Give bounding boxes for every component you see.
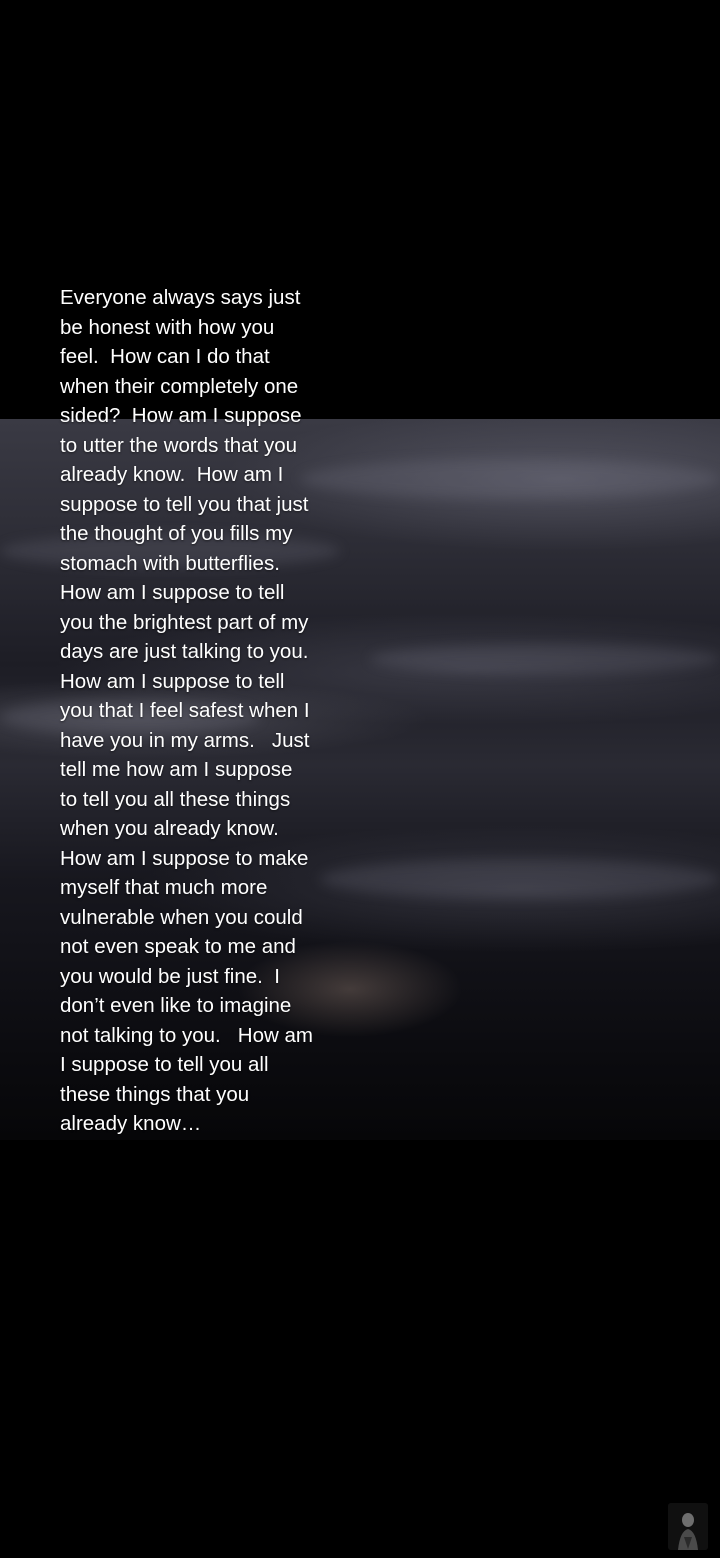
caption-line: already know… bbox=[60, 1112, 202, 1135]
caption-line: sided? How am I suppose bbox=[60, 404, 302, 427]
caption-line: when their completely one bbox=[60, 374, 299, 398]
caption-line: feel. How can I do that bbox=[60, 345, 270, 368]
caption-line: have you in my arms. Just bbox=[60, 728, 310, 752]
caption-line: vulnerable when you could bbox=[60, 905, 303, 929]
caption-line: these things that you bbox=[60, 1082, 250, 1106]
caption-line: How am I suppose to tell bbox=[60, 581, 285, 604]
caption-line: not even speak to me and bbox=[60, 935, 296, 958]
video-screen[interactable]: Everyone always says just be honest with … bbox=[0, 0, 720, 1558]
caption-line: not talking to you. How am bbox=[60, 1023, 313, 1047]
caption-line: you the brightest part of my bbox=[60, 610, 309, 634]
caption-line: to utter the words that you bbox=[60, 433, 298, 457]
caption-line: How am I suppose to tell bbox=[60, 669, 285, 693]
caption-text: Everyone always says just be honest with … bbox=[60, 283, 370, 1139]
caption-line: already know. How am I bbox=[60, 463, 284, 486]
caption-line: when you already know. bbox=[60, 817, 279, 840]
caption-line: you would be just fine. I bbox=[60, 964, 280, 988]
caption-line: myself that much more bbox=[60, 876, 268, 899]
caption-line: the thought of you fills my bbox=[60, 522, 293, 545]
cloud-streak bbox=[320, 859, 720, 899]
caption-line: How am I suppose to make bbox=[60, 846, 309, 870]
cloud-streak bbox=[370, 644, 720, 674]
caption-line: you that I feel safest when I bbox=[60, 699, 310, 722]
caption-line: tell me how am I suppose bbox=[60, 758, 293, 781]
caption-line: stomach with butterflies. bbox=[60, 551, 280, 575]
caption-line: I suppose to tell you all bbox=[60, 1053, 269, 1076]
caption-line: don’t even like to imagine bbox=[60, 994, 292, 1017]
caption-line: be honest with how you bbox=[60, 315, 275, 339]
caption-line: to tell you all these things bbox=[60, 787, 291, 811]
caption-line: days are just talking to you. bbox=[60, 640, 309, 663]
profile-avatar-icon[interactable] bbox=[668, 1503, 708, 1550]
avatar-figure-icon bbox=[668, 1503, 708, 1550]
caption-line: suppose to tell you that just bbox=[60, 492, 309, 516]
caption-line: Everyone always says just bbox=[60, 286, 301, 309]
